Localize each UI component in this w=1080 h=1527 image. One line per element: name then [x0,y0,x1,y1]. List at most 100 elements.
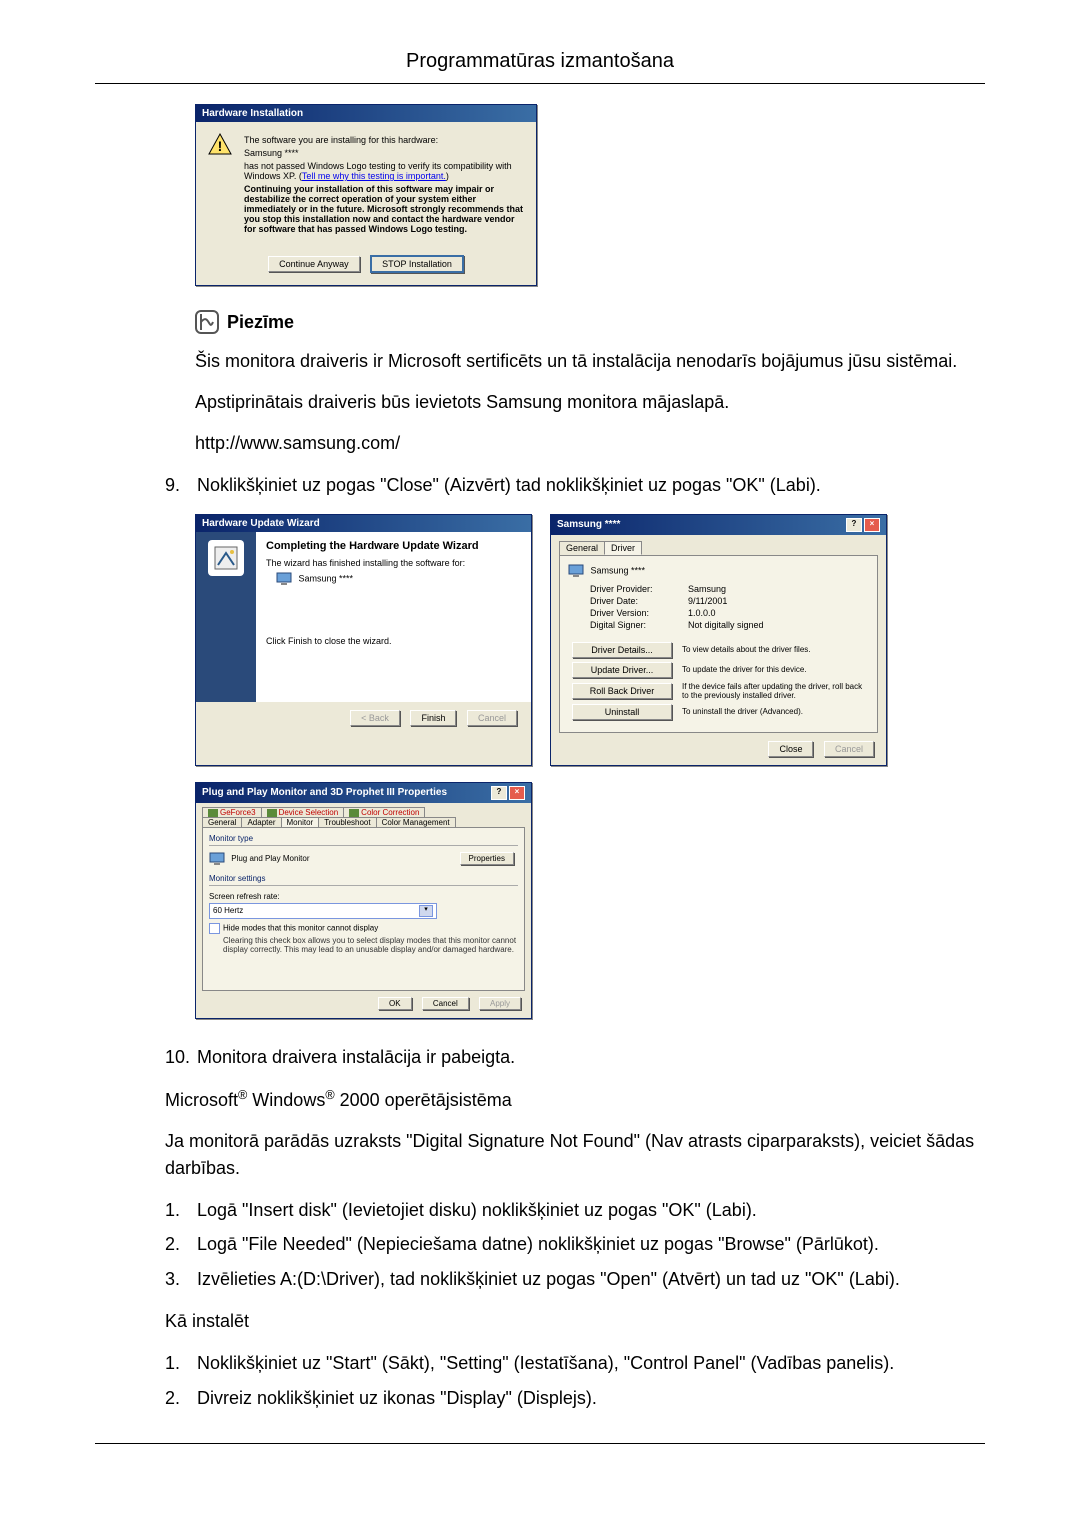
hwinst-warning-text: Continuing your installation of this sof… [244,184,524,234]
step-text-10: Monitora draivera instalācija ir pabeigt… [197,1047,515,1067]
version-value: 1.0.0.0 [688,608,716,618]
provider-label: Driver Provider: [590,584,680,594]
win2000-heading: Microsoft® Windows® 2000 operētājsistēma [165,1086,985,1114]
update-driver-button[interactable]: Update Driver... [572,662,672,678]
close-icon[interactable]: × [509,786,525,800]
finish-button[interactable]: Finish [410,710,456,726]
w2k-step-3-num: 3. [165,1265,197,1294]
signer-value: Not digitally signed [688,620,764,630]
hwinst-device: Samsung **** [244,148,524,158]
hide-modes-label: Hide modes that this monitor cannot disp… [223,923,378,932]
svg-text:!: ! [218,138,223,154]
tab-general[interactable]: General [559,541,605,555]
w2k-step-1: Logā "Insert disk" (Ievietojiet disku) n… [197,1200,757,1220]
samsung-properties-dialog: Samsung **** ? × General Driver [550,514,887,766]
how-to-install-label: Kā instalēt [165,1308,985,1335]
chevron-down-icon[interactable]: ▾ [419,905,433,917]
hide-modes-checkbox[interactable] [209,923,220,934]
monitor-icon [209,852,225,866]
provider-value: Samsung [688,584,726,594]
signer-label: Digital Signer: [590,620,680,630]
monitor-icon [568,564,584,578]
help-button[interactable]: ? [491,786,507,800]
w2k-step-2-num: 2. [165,1230,197,1259]
stop-installation-button[interactable]: STOP Installation [370,255,464,273]
footer-rule [95,1443,985,1444]
wizard-footer-text: Click Finish to close the wizard. [266,636,521,646]
monitor-type-label: Monitor type [209,834,518,843]
tab-geforce3[interactable]: GeForce3 [202,807,262,817]
date-value: 9/11/2001 [688,596,727,606]
uninstall-desc: To uninstall the driver (Advanced). [682,707,869,716]
date-label: Driver Date: [590,596,680,606]
tab-color-correction[interactable]: Color Correction [343,807,425,817]
hardware-installation-dialog: Hardware Installation ! The software you… [195,104,537,286]
warning-icon: ! [208,132,232,156]
win2000-paragraph: Ja monitorā parādās uzraksts "Digital Si… [165,1128,985,1182]
version-label: Driver Version: [590,608,680,618]
header-rule [95,83,985,84]
pnp-monitor-name: Plug and Play Monitor [231,854,309,863]
driver-details-button[interactable]: Driver Details... [572,642,672,658]
w2k-step-3: Izvēlieties A:(D:\Driver), tad noklikšķi… [197,1269,900,1289]
tab-color-management[interactable]: Color Management [376,817,456,827]
tab-troubleshoot[interactable]: Troubleshoot [318,817,376,827]
wizard-line1: The wizard has finished installing the s… [266,558,521,568]
tab-general[interactable]: General [202,817,242,827]
w2k-step-1-num: 1. [165,1196,197,1225]
note-icon [195,310,219,334]
monitor-icon [276,572,292,586]
hide-modes-desc: Clearing this check box allows you to se… [223,936,518,954]
hwinst-line1: The software you are installing for this… [244,135,524,145]
nvidia-icon [267,809,277,817]
wizard-side-icon [208,540,244,576]
wizard-heading: Completing the Hardware Update Wizard [266,540,521,552]
tell-me-why-link[interactable]: Tell me why this testing is important. [302,171,446,181]
continue-anyway-button[interactable]: Continue Anyway [268,256,360,272]
hardware-update-wizard-dialog: Hardware Update Wizard Completing the Ha… [195,514,532,766]
back-button: < Back [350,710,400,726]
pnp-title: Plug and Play Monitor and 3D Prophet III… [202,787,447,798]
refresh-rate-value: 60 Hertz [213,906,243,915]
tab-device-selection[interactable]: Device Selection [261,807,345,817]
dialog-title: Hardware Installation [202,108,303,119]
help-button[interactable]: ? [846,518,862,532]
refresh-rate-select[interactable]: 60 Hertz ▾ [209,903,437,919]
tab-monitor[interactable]: Monitor [281,817,320,827]
note-label: Piezīme [227,312,294,333]
note-paragraph-1: Šis monitora draiveris ir Microsoft sert… [195,348,985,375]
close-icon[interactable]: × [864,518,880,532]
rollback-driver-button[interactable]: Roll Back Driver [572,683,672,699]
close-button[interactable]: Close [768,741,813,757]
rollback-driver-desc: If the device fails after updating the d… [682,682,869,700]
ok-button[interactable]: OK [378,997,412,1010]
props-title: Samsung **** [557,519,620,530]
uninstall-button[interactable]: Uninstall [572,704,672,720]
how-step-1-num: 1. [165,1349,197,1378]
samsung-url: http://www.samsung.com/ [195,430,985,457]
update-driver-desc: To update the driver for this device. [682,665,869,674]
driver-details-desc: To view details about the driver files. [682,645,869,654]
tab-adapter[interactable]: Adapter [241,817,281,827]
hwinst-compat: has not passed Windows Logo testing to v… [244,161,524,181]
properties-button[interactable]: Properties [460,852,514,865]
refresh-rate-label: Screen refresh rate: [209,892,518,901]
apply-button: Apply [479,997,521,1010]
wizard-device: Samsung **** [299,573,354,583]
how-step-1: Noklikšķiniet uz "Start" (Sākt), "Settin… [197,1353,894,1373]
wizard-title: Hardware Update Wizard [202,518,320,529]
pnp-monitor-properties-dialog: Plug and Play Monitor and 3D Prophet III… [195,782,532,1019]
note-paragraph-2: Apstiprinātais draiveris būs ievietots S… [195,389,985,416]
step-number-10: 10. [165,1043,197,1072]
w2k-step-2: Logā "File Needed" (Nepieciešama datne) … [197,1234,879,1254]
step-text-9: Noklikšķiniet uz pogas "Close" (Aizvērt)… [197,475,821,495]
tab-driver[interactable]: Driver [604,541,642,555]
cancel-button: Cancel [467,710,517,726]
monitor-settings-label: Monitor settings [209,874,518,883]
nvidia-icon [208,809,218,817]
how-step-2-num: 2. [165,1384,197,1413]
how-step-2: Divreiz noklikšķiniet uz ikonas "Display… [197,1388,597,1408]
cancel-button[interactable]: Cancel [422,997,469,1010]
nvidia-icon [349,809,359,817]
page-title: Programmatūras izmantošana [95,50,985,73]
